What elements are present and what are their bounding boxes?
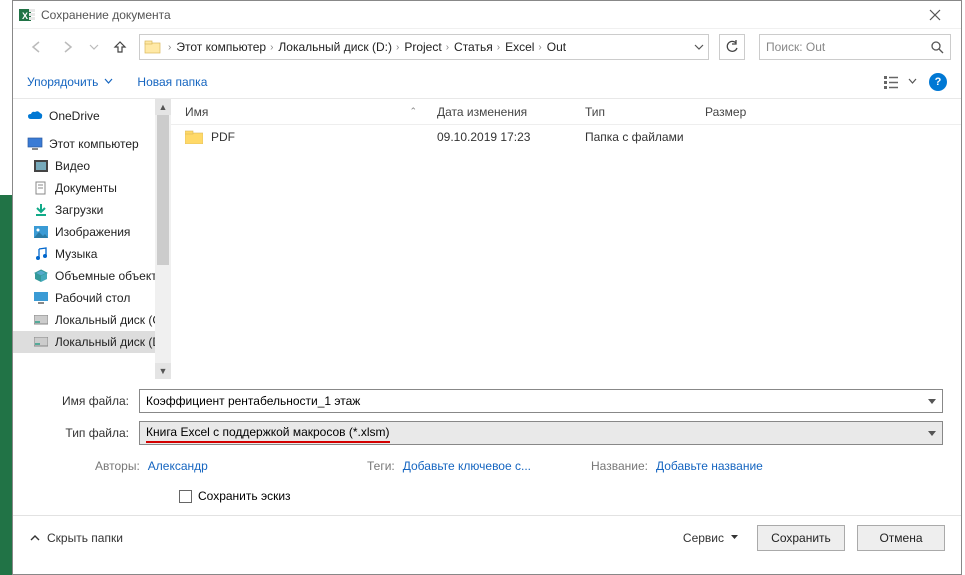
folder-icon [144, 38, 162, 56]
crumb-2[interactable]: ›Project [394, 40, 444, 54]
dialog-footer: Скрыть папки Сервис Сохранить Отмена [13, 515, 961, 559]
chevron-down-icon [730, 533, 739, 542]
nav-bar: ›Этот компьютер ›Локальный диск (D:) ›Pr… [13, 29, 961, 65]
tree-pictures[interactable]: Изображения [13, 221, 171, 243]
tree-3d[interactable]: Объемные объекты [13, 265, 171, 287]
save-thumb-label: Сохранить эскиз [198, 489, 291, 503]
hide-folders-button[interactable]: Скрыть папки [29, 531, 123, 545]
pc-icon [27, 136, 43, 152]
tree-this-pc[interactable]: Этот компьютер [13, 133, 171, 155]
filetype-label: Тип файла: [31, 426, 139, 440]
col-name-header[interactable]: Имя⌃ [185, 105, 437, 119]
excel-icon: X [19, 7, 35, 23]
pictures-icon [33, 224, 49, 240]
new-folder-button[interactable]: Новая папка [137, 75, 207, 89]
nav-tree: OneDrive Этот компьютер Видео Документы … [13, 99, 171, 379]
crumb-3[interactable]: ›Статья [444, 40, 495, 54]
cancel-button[interactable]: Отмена [857, 525, 945, 551]
cloud-icon [27, 108, 43, 124]
crumb-root[interactable]: ›Этот компьютер [166, 40, 268, 54]
forward-button[interactable] [55, 34, 81, 60]
save-fields-panel: Имя файла: Коэффициент рентабельности_1 … [13, 379, 961, 515]
scroll-down-icon[interactable]: ▼ [155, 363, 171, 379]
title-meta-label: Название: [591, 459, 648, 473]
chevron-up-icon [29, 532, 41, 544]
crumb-1[interactable]: ›Локальный диск (D:) [268, 40, 394, 54]
tags-label: Теги: [367, 459, 395, 473]
address-dropdown[interactable] [694, 42, 704, 52]
desktop-icon [33, 290, 49, 306]
col-type-header[interactable]: Тип [585, 105, 705, 119]
scroll-up-icon[interactable]: ▲ [155, 99, 171, 115]
command-bar: Упорядочить Новая папка ? [13, 65, 961, 99]
tree-documents[interactable]: Документы [13, 177, 171, 199]
svg-text:X: X [22, 11, 28, 21]
drive-icon [33, 334, 49, 350]
save-thumb-checkbox[interactable] [179, 490, 192, 503]
list-item[interactable]: PDF 09.10.2019 17:23 Папка с файлами [171, 125, 961, 149]
cube-icon [33, 268, 49, 284]
refresh-button[interactable] [719, 34, 745, 60]
file-date: 09.10.2019 17:23 [437, 130, 585, 144]
scroll-thumb[interactable] [157, 115, 169, 265]
title-meta-value[interactable]: Добавьте название [656, 459, 763, 473]
view-options-button[interactable] [884, 75, 917, 89]
filename-label: Имя файла: [31, 394, 139, 408]
filetype-select[interactable]: Книга Excel с поддержкой макросов (*.xls… [139, 421, 943, 445]
tree-music[interactable]: Музыка [13, 243, 171, 265]
drive-icon [33, 312, 49, 328]
tree-downloads[interactable]: Загрузки [13, 199, 171, 221]
service-menu[interactable]: Сервис [677, 531, 745, 545]
close-button[interactable] [915, 2, 955, 28]
back-button[interactable] [23, 34, 49, 60]
search-placeholder: Поиск: Out [766, 40, 825, 54]
tree-desktop[interactable]: Рабочий стол [13, 287, 171, 309]
tree-disk-d[interactable]: Локальный диск (D:) [13, 331, 171, 353]
titlebar: X Сохранение документа [13, 1, 961, 29]
col-size-header[interactable]: Размер [705, 105, 805, 119]
excel-app-strip [0, 195, 12, 575]
sort-caret-icon: ⌃ [409, 106, 417, 117]
crumb-4[interactable]: ›Excel [495, 40, 537, 54]
up-button[interactable] [107, 34, 133, 60]
help-button[interactable]: ? [929, 73, 947, 91]
content-area: OneDrive Этот компьютер Видео Документы … [13, 99, 961, 379]
documents-icon [33, 180, 49, 196]
search-input[interactable]: Поиск: Out [759, 34, 951, 60]
video-icon [33, 158, 49, 174]
folder-icon [185, 130, 203, 144]
tree-video[interactable]: Видео [13, 155, 171, 177]
tree-disk-c[interactable]: Локальный диск (C:) [13, 309, 171, 331]
tree-onedrive[interactable]: OneDrive [13, 105, 171, 127]
file-name: PDF [211, 130, 235, 144]
address-bar[interactable]: ›Этот компьютер ›Локальный диск (D:) ›Pr… [139, 34, 709, 60]
tags-value[interactable]: Добавьте ключевое с... [403, 459, 531, 473]
recent-dropdown[interactable] [87, 34, 101, 60]
col-date-header[interactable]: Дата изменения [437, 105, 585, 119]
dialog-title: Сохранение документа [41, 8, 915, 22]
column-headers: Имя⌃ Дата изменения Тип Размер [171, 99, 961, 125]
downloads-icon [33, 202, 49, 218]
music-icon [33, 246, 49, 262]
file-type: Папка с файлами [585, 130, 705, 144]
crumb-5[interactable]: ›Out [536, 40, 568, 54]
authors-value[interactable]: Александр [148, 459, 208, 473]
search-icon [930, 40, 944, 54]
save-dialog: X Сохранение документа ›Этот компьютер ›… [12, 0, 962, 575]
save-button[interactable]: Сохранить [757, 525, 845, 551]
file-list: Имя⌃ Дата изменения Тип Размер PDF 09.10… [171, 99, 961, 379]
organize-menu[interactable]: Упорядочить [27, 75, 113, 89]
filename-input[interactable]: Коэффициент рентабельности_1 этаж [139, 389, 943, 413]
authors-label: Авторы: [95, 459, 140, 473]
sidebar-scrollbar[interactable]: ▲ ▼ [155, 99, 171, 379]
